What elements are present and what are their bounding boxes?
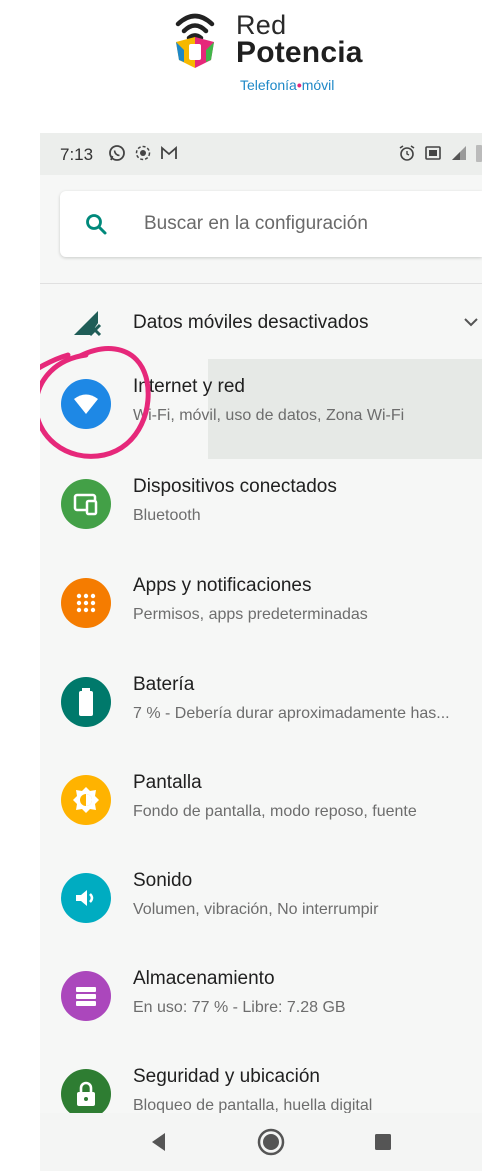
settings-item-subtitle: 7 % - Debería durar aproximadamente has.… — [133, 705, 450, 722]
settings-item-title: Batería — [133, 674, 195, 695]
settings-item-title: Sonido — [133, 870, 193, 891]
back-icon[interactable] — [144, 1127, 174, 1157]
brand-name-line2: Potencia — [236, 36, 363, 69]
brand-tagline: Telefonía•móvil — [240, 78, 334, 92]
recents-icon[interactable] — [368, 1127, 398, 1157]
whatsapp-icon — [109, 145, 125, 161]
wifi-icon — [61, 379, 111, 429]
settings-item-subtitle: En uso: 77 % - Libre: 7.28 GB — [133, 999, 346, 1016]
status-time: 7:13 — [60, 145, 94, 164]
settings-item-battery[interactable]: Batería 7 % - Debería durar aproximadame… — [40, 657, 482, 755]
settings-item-storage[interactable]: Almacenamiento En uso: 77 % - Libre: 7.2… — [40, 951, 482, 1049]
brand-tagline-part2: móvil — [301, 77, 335, 93]
mobile-data-off-banner[interactable]: Datos móviles desactivados — [40, 285, 482, 359]
settings-item-subtitle: Volumen, vibración, No interrumpir — [133, 901, 379, 918]
brand-name-line1: Red — [236, 10, 287, 40]
settings-item-sound[interactable]: Sonido Volumen, vibración, No interrumpi… — [40, 853, 482, 951]
navigation-bar — [40, 1113, 482, 1171]
brightness-icon — [61, 775, 111, 825]
search-bar[interactable]: Buscar en la configuración — [60, 191, 482, 257]
settings-item-connected-devices[interactable]: Dispositivos conectados Bluetooth — [40, 459, 482, 557]
devices-icon — [61, 479, 111, 529]
settings-item-display[interactable]: Pantalla Fondo de pantalla, modo reposo,… — [40, 755, 482, 853]
settings-item-title: Dispositivos conectados — [133, 476, 337, 497]
settings-item-title: Almacenamiento — [133, 968, 275, 989]
lock-icon — [61, 1069, 111, 1119]
record-icon — [135, 145, 151, 161]
volume-icon — [61, 873, 111, 923]
settings-item-subtitle: Bluetooth — [133, 507, 201, 524]
settings-item-title: Pantalla — [133, 772, 202, 793]
battery-icon — [61, 677, 111, 727]
settings-item-internet[interactable]: Internet y red Wi-Fi, móvil, uso de dato… — [40, 359, 482, 457]
signal-icon — [452, 146, 466, 160]
home-icon[interactable] — [256, 1127, 286, 1157]
phone-screen: 7:13 Buscar en la configuración Datos mó… — [40, 133, 482, 1171]
status-bar: 7:13 — [40, 133, 482, 175]
settings-item-title: Seguridad y ubicación — [133, 1066, 320, 1087]
settings-item-title: Apps y notificaciones — [133, 575, 312, 596]
alarm-icon — [399, 145, 415, 161]
apps-icon — [61, 578, 111, 628]
search-placeholder: Buscar en la configuración — [144, 213, 368, 234]
cast-icon — [425, 146, 441, 160]
storage-icon — [61, 971, 111, 1021]
settings-item-apps[interactable]: Apps y notificaciones Permisos, apps pre… — [40, 558, 482, 656]
settings-item-subtitle: Fondo de pantalla, modo reposo, fuente — [133, 803, 417, 820]
mobile-data-off-label: Datos móviles desactivados — [133, 312, 369, 333]
settings-item-subtitle: Wi-Fi, móvil, uso de datos, Zona Wi-Fi — [133, 407, 405, 424]
red-potencia-logo — [175, 13, 215, 68]
chevron-down-icon[interactable] — [460, 311, 482, 333]
divider — [40, 283, 482, 284]
search-icon — [86, 214, 107, 235]
battery-status-icon — [476, 145, 482, 162]
settings-item-title: Internet y red — [133, 376, 245, 397]
settings-item-subtitle: Permisos, apps predeterminadas — [133, 606, 368, 623]
mobile-data-off-icon — [74, 311, 102, 337]
gmail-icon — [161, 146, 177, 159]
brand-header: Red Potencia Telefonía•móvil — [0, 0, 482, 130]
brand-tagline-part1: Telefonía — [240, 77, 297, 93]
